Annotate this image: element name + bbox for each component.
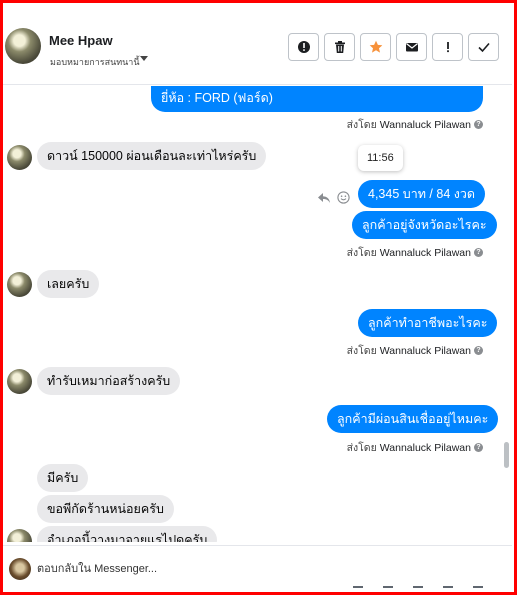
- mark-unread-button[interactable]: [396, 33, 427, 61]
- reply-input[interactable]: [37, 560, 457, 578]
- timestamp-tooltip: 11:56: [358, 145, 403, 171]
- chevron-down-icon[interactable]: [140, 56, 148, 61]
- sent-by-prefix: ส่งโดย: [346, 442, 377, 454]
- incoming-message[interactable]: มีครับ: [37, 464, 89, 492]
- contact-avatar[interactable]: [5, 28, 41, 64]
- envelope-icon: [405, 43, 418, 52]
- sent-by-label: ส่งโดย Wannaluck Pilawan ?: [347, 244, 483, 261]
- sender-name: Wannaluck Pilawan: [379, 246, 471, 259]
- check-icon: [477, 42, 490, 53]
- contact-avatar-small: [7, 529, 32, 542]
- help-icon[interactable]: ?: [474, 443, 483, 452]
- emoji-icon[interactable]: [337, 191, 350, 204]
- assign-conversation-label[interactable]: มอบหมายการสนทนานี้: [50, 55, 140, 69]
- delete-button[interactable]: [324, 33, 355, 61]
- incoming-message[interactable]: ทำรับเหมาก่อสร้างครับ: [37, 367, 181, 395]
- incoming-message[interactable]: อำเภอนี้วางมาจายแรไปดครับ: [37, 526, 218, 542]
- sent-by-prefix: ส่งโดย: [346, 345, 377, 357]
- alert-circle-icon: [297, 41, 310, 53]
- help-icon[interactable]: ?: [474, 346, 483, 355]
- help-icon[interactable]: ?: [474, 248, 483, 257]
- contact-avatar-small: [7, 272, 32, 297]
- conversation-header: Mee Hpaw มอบหมายการสนทนานี้: [3, 3, 512, 85]
- outgoing-message[interactable]: ลูกค้ามีผ่อนสินเชื่ออยู่ไหมคะ: [327, 405, 499, 433]
- message-hover-actions: [317, 191, 350, 204]
- incoming-message[interactable]: ขอพีกัดร้านหน่อยครับ: [37, 495, 174, 523]
- mark-done-button[interactable]: [468, 33, 499, 61]
- scrollbar-thumb[interactable]: [504, 442, 509, 468]
- page-avatar: [9, 558, 31, 580]
- incoming-message[interactable]: เลยครับ: [37, 270, 100, 298]
- star-button[interactable]: [360, 33, 391, 61]
- star-icon: [369, 40, 382, 53]
- contact-avatar-small: [7, 369, 32, 394]
- message-thread[interactable]: ยี่ห้อ : FORD (ฟอร์ด) ส่งโดย Wannaluck P…: [3, 86, 512, 542]
- outgoing-message[interactable]: ลูกค้าทำอาชีพอะไรคะ: [358, 309, 498, 337]
- outgoing-message[interactable]: ยี่ห้อ : FORD (ฟอร์ด): [151, 86, 483, 112]
- follow-up-button[interactable]: [432, 33, 463, 61]
- message-scrollbar[interactable]: [504, 86, 509, 542]
- sent-by-label: ส่งโดย Wannaluck Pilawan ?: [347, 439, 483, 456]
- conversation-actions: [288, 33, 499, 61]
- contact-avatar-small: [7, 145, 32, 170]
- sent-by-label: ส่งโดย Wannaluck Pilawan ?: [347, 342, 483, 359]
- exclamation-icon: [446, 42, 449, 53]
- contact-name[interactable]: Mee Hpaw: [49, 33, 113, 48]
- outgoing-message[interactable]: ลูกค้าอยู่จังหวัดอะไรคะ: [352, 211, 497, 239]
- sent-by-prefix: ส่งโดย: [346, 119, 377, 131]
- sent-by-prefix: ส่งโดย: [346, 247, 377, 259]
- sender-name: Wannaluck Pilawan: [379, 118, 471, 131]
- reply-composer: [3, 545, 512, 592]
- sent-by-label: ส่งโดย Wannaluck Pilawan ?: [347, 116, 483, 133]
- help-icon[interactable]: ?: [474, 120, 483, 129]
- outgoing-message[interactable]: 4,345 บาท / 84 งวด: [358, 180, 485, 208]
- spam-button[interactable]: [288, 33, 319, 61]
- trash-icon: [334, 41, 345, 53]
- incoming-message[interactable]: ดาวน์ 150000 ผ่อนเดือนละเท่าไหร่ครับ: [37, 142, 267, 170]
- sender-name: Wannaluck Pilawan: [379, 441, 471, 454]
- reply-icon[interactable]: [317, 192, 331, 204]
- sender-name: Wannaluck Pilawan: [379, 344, 471, 357]
